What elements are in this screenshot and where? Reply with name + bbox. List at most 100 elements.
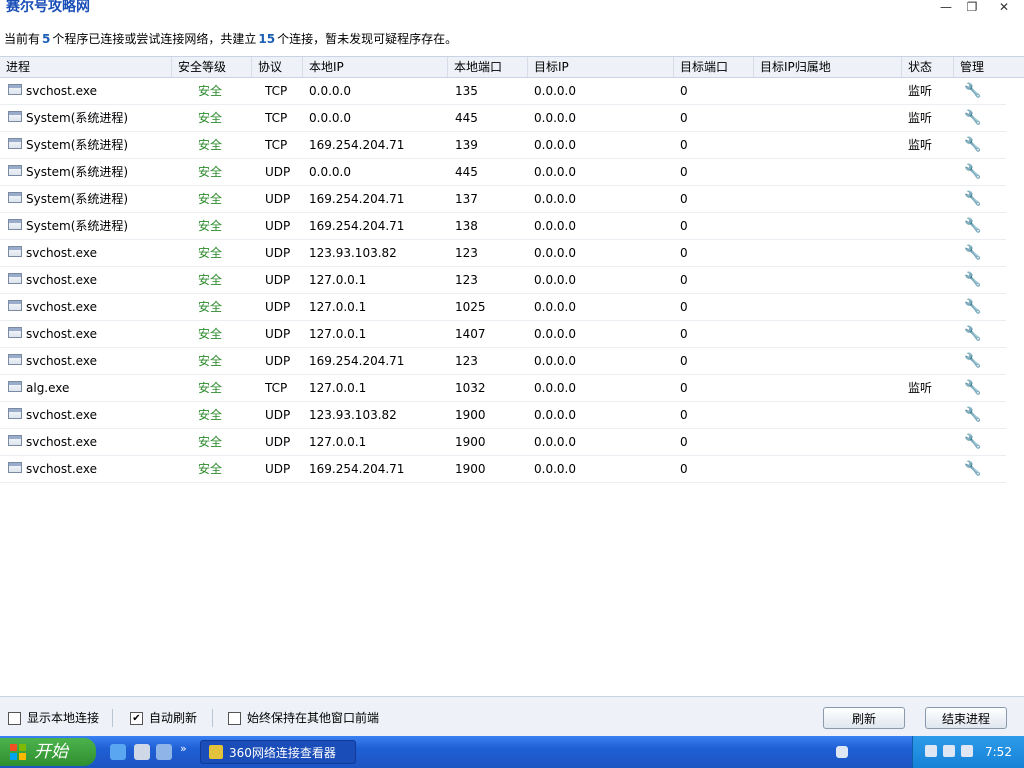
table-row[interactable]: System(系统进程) 安全 UDP 169.254.204.71 138 0…: [0, 213, 1006, 240]
window-icon: [8, 192, 22, 203]
always-on-top-checkbox[interactable]: 始终保持在其他窗口前端: [228, 711, 379, 725]
remote-ip: 0.0.0.0: [534, 435, 576, 449]
volume-icon[interactable]: [961, 745, 973, 757]
column-header-safety[interactable]: 安全等级: [172, 57, 252, 77]
auto-refresh-checkbox-box[interactable]: ✔: [130, 712, 143, 725]
wrench-icon[interactable]: 🔧: [964, 407, 982, 423]
network-icon[interactable]: [925, 745, 937, 757]
table-row[interactable]: svchost.exe 安全 UDP 169.254.204.71 1900 0…: [0, 456, 1006, 483]
remote-port: 0: [680, 381, 688, 395]
table-row[interactable]: System(系统进程) 安全 TCP 0.0.0.0 445 0.0.0.0 …: [0, 105, 1006, 132]
column-header-process[interactable]: 进程: [0, 57, 172, 77]
status: [908, 267, 952, 293]
column-header-local-port[interactable]: 本地端口: [448, 57, 528, 77]
table-row[interactable]: System(系统进程) 安全 UDP 0.0.0.0 445 0.0.0.0 …: [0, 159, 1006, 186]
remote-port: 0: [680, 408, 688, 422]
safety-level: 安全: [198, 354, 223, 368]
close-button[interactable]: ✕: [994, 0, 1014, 14]
status: [908, 321, 952, 347]
column-header-remote-port[interactable]: 目标端口: [674, 57, 754, 77]
auto-refresh-checkbox[interactable]: ✔ 自动刷新: [130, 711, 197, 725]
wrench-icon[interactable]: 🔧: [964, 380, 982, 396]
process-name: alg.exe: [26, 381, 70, 395]
wrench-icon[interactable]: 🔧: [964, 245, 982, 261]
local-port: 1032: [455, 381, 486, 395]
column-header-location[interactable]: 目标IP归属地: [754, 57, 902, 77]
refresh-button[interactable]: 刷新: [823, 707, 905, 729]
status: [908, 213, 952, 239]
remote-location: [760, 78, 900, 104]
remote-port: 0: [680, 138, 688, 152]
wrench-icon[interactable]: 🔧: [964, 299, 982, 315]
wrench-icon[interactable]: 🔧: [964, 83, 982, 99]
local-ip: 0.0.0.0: [309, 84, 351, 98]
table-row[interactable]: svchost.exe 安全 UDP 169.254.204.71 123 0.…: [0, 348, 1006, 375]
wrench-icon[interactable]: 🔧: [964, 461, 982, 477]
wrench-icon[interactable]: 🔧: [964, 272, 982, 288]
safety-level: 安全: [198, 84, 223, 98]
table-row[interactable]: svchost.exe 安全 UDP 123.93.103.82 1900 0.…: [0, 402, 1006, 429]
local-port: 135: [455, 84, 478, 98]
wrench-icon[interactable]: 🔧: [964, 191, 982, 207]
process-name: svchost.exe: [26, 462, 97, 476]
end-process-button[interactable]: 结束进程: [925, 707, 1007, 729]
ie-icon[interactable]: [110, 744, 126, 760]
remote-port: 0: [680, 435, 688, 449]
restore-button[interactable]: ❐: [962, 0, 982, 14]
column-header-protocol[interactable]: 协议: [252, 57, 303, 77]
summary-middle: 个程序已连接或尝试连接网络，共建立: [52, 32, 257, 46]
start-button[interactable]: 开始: [0, 738, 96, 766]
taskbar: 开始 » 360网络连接查看器 7:52: [0, 736, 1024, 768]
remote-location: [760, 429, 900, 455]
show-local-label: 显示本地连接: [27, 711, 100, 725]
desktop-icon[interactable]: [156, 744, 172, 760]
wrench-icon[interactable]: 🔧: [964, 434, 982, 450]
task-button-360-viewer[interactable]: 360网络连接查看器: [200, 740, 356, 764]
table-row[interactable]: System(系统进程) 安全 UDP 169.254.204.71 137 0…: [0, 186, 1006, 213]
wrench-icon[interactable]: 🔧: [964, 218, 982, 234]
local-ip: 127.0.0.1: [309, 300, 367, 314]
process-name: System(系统进程): [26, 111, 129, 125]
show-local-checkbox-box[interactable]: [8, 712, 21, 725]
wrench-icon[interactable]: 🔧: [964, 164, 982, 180]
local-port: 139: [455, 138, 478, 152]
wrench-icon[interactable]: 🔧: [964, 326, 982, 342]
display-icon[interactable]: [943, 745, 955, 757]
local-ip: 169.254.204.71: [309, 354, 405, 368]
window-icon: [8, 381, 22, 392]
wrench-icon[interactable]: 🔧: [964, 110, 982, 126]
media-icon[interactable]: [134, 744, 150, 760]
always-on-top-checkbox-box[interactable]: [228, 712, 241, 725]
table-row[interactable]: alg.exe 安全 TCP 127.0.0.1 1032 0.0.0.0 0 …: [0, 375, 1006, 402]
footer-bar: 显示本地连接 ✔ 自动刷新 始终保持在其他窗口前端 刷新 结束进程: [0, 696, 1024, 737]
table-row[interactable]: svchost.exe 安全 UDP 127.0.0.1 1900 0.0.0.…: [0, 429, 1006, 456]
connection-list: svchost.exe 安全 TCP 0.0.0.0 135 0.0.0.0 0…: [0, 78, 1006, 483]
status: [908, 348, 952, 374]
column-header-manage[interactable]: 管理: [954, 57, 1024, 77]
table-row[interactable]: svchost.exe 安全 UDP 123.93.103.82 123 0.0…: [0, 240, 1006, 267]
minimize-button[interactable]: —: [936, 0, 956, 14]
window-icon: [8, 408, 22, 419]
table-row[interactable]: svchost.exe 安全 TCP 0.0.0.0 135 0.0.0.0 0…: [0, 78, 1006, 105]
column-header-remote-ip[interactable]: 目标IP: [528, 57, 674, 77]
local-ip: 123.93.103.82: [309, 246, 397, 260]
window-icon: [8, 219, 22, 230]
local-port: 445: [455, 111, 478, 125]
column-header-status[interactable]: 状态: [902, 57, 954, 77]
wrench-icon[interactable]: 🔧: [964, 353, 982, 369]
table-row[interactable]: svchost.exe 安全 UDP 127.0.0.1 123 0.0.0.0…: [0, 267, 1006, 294]
table-row[interactable]: svchost.exe 安全 UDP 127.0.0.1 1025 0.0.0.…: [0, 294, 1006, 321]
wrench-icon[interactable]: 🔧: [964, 137, 982, 153]
remote-ip: 0.0.0.0: [534, 462, 576, 476]
remote-ip: 0.0.0.0: [534, 300, 576, 314]
process-name: System(系统进程): [26, 165, 129, 179]
language-icon[interactable]: [836, 746, 848, 758]
quicklaunch-more-icon[interactable]: »: [180, 743, 190, 760]
local-ip: 123.93.103.82: [309, 408, 397, 422]
table-row[interactable]: System(系统进程) 安全 TCP 169.254.204.71 139 0…: [0, 132, 1006, 159]
show-local-checkbox[interactable]: 显示本地连接: [8, 711, 99, 725]
column-header-local-ip[interactable]: 本地IP: [303, 57, 448, 77]
protocol: UDP: [265, 192, 291, 206]
safety-level: 安全: [198, 273, 223, 287]
table-row[interactable]: svchost.exe 安全 UDP 127.0.0.1 1407 0.0.0.…: [0, 321, 1006, 348]
